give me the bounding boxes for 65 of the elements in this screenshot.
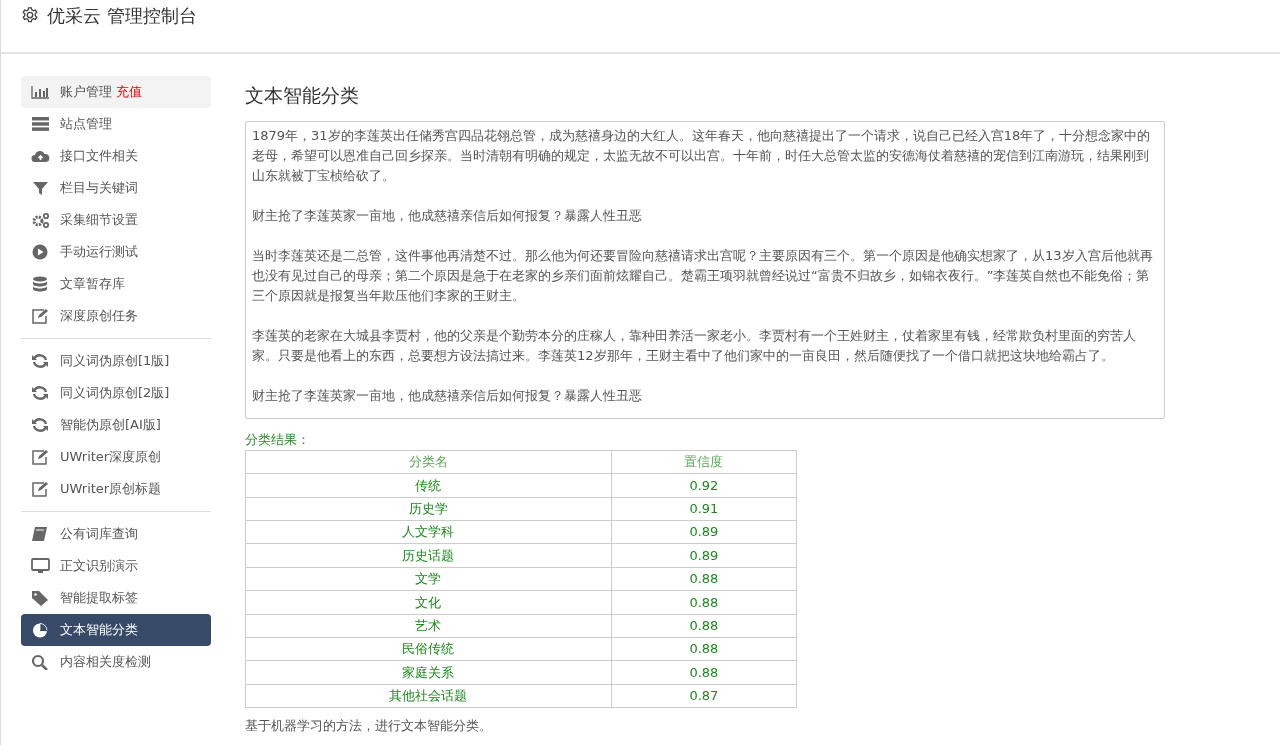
sidebar-item[interactable]: 同义词伪原创[2版] (21, 377, 211, 409)
database-icon (31, 276, 50, 292)
sidebar-item[interactable]: 站点管理 (21, 108, 211, 140)
table-cell: 0.87 (611, 684, 797, 708)
pie-chart-icon (31, 622, 50, 638)
sidebar-item[interactable]: 手动运行测试 (21, 236, 211, 268)
table-cell: 文学 (245, 567, 612, 591)
page-title: 优采云 管理控制台 (47, 4, 197, 28)
tag-icon (31, 590, 50, 606)
sidebar-item[interactable]: UWriter深度原创 (21, 441, 211, 473)
book-icon (31, 526, 50, 542)
monitor-icon (31, 558, 50, 574)
table-cell: 艺术 (245, 614, 612, 638)
table-cell: 民俗传统 (245, 637, 612, 661)
table-cell: 家庭关系 (245, 660, 612, 685)
table-cell: 历史学 (245, 497, 612, 521)
sidebar-item[interactable]: 同义词伪原创[1版] (21, 345, 211, 377)
column-header: 置信度 (611, 450, 797, 474)
table-cell: 人文学科 (245, 520, 612, 544)
table-cell: 0.88 (611, 567, 797, 591)
sidebar-item[interactable]: 账户管理 充值 (21, 76, 211, 108)
sidebar-item[interactable]: 智能伪原创[AI版] (21, 409, 211, 441)
sidebar-item[interactable]: 智能提取标签 (21, 582, 211, 614)
cloud-upload-icon (31, 148, 50, 164)
bar-chart-icon (31, 84, 50, 100)
sidebar-item[interactable]: 内容相关度检测 (21, 646, 211, 678)
section-title: 文本智能分类 (245, 84, 360, 107)
table-cell: 0.88 (611, 614, 797, 638)
table-cell: 0.88 (611, 637, 797, 661)
table-cell: 传统 (245, 473, 612, 498)
table-cell: 其他社会话题 (245, 684, 612, 708)
settings-icon[interactable] (21, 6, 39, 24)
play-circle-icon (31, 244, 50, 260)
sidebar-item[interactable]: 文章暂存库 (21, 268, 211, 300)
description-text: 基于机器学习的方法，进行文本智能分类。 (245, 717, 493, 736)
sidebar-item[interactable]: 采集细节设置 (21, 204, 211, 236)
edit-icon (31, 308, 50, 324)
sidebar-item[interactable]: 深度原创任务 (21, 300, 211, 332)
table-cell: 0.88 (611, 590, 797, 615)
article-text-field[interactable]: 1879年，31岁的李莲英出任储秀宫四品花翎总管，成为慈禧身边的大红人。这年春天，他向慈禧提出了一个请求，说自己已经入宫18年了，十分想念家中的老母，希望可以恩准自己回乡探亲。当时清朝有明确的规定，太监无故不可以出宫。十年前，时任大总管太监的安德海仗着慈禧的宠信到江南游玩，结果刚到山东就被丁宝桢给砍了。 财主抢了李莲英家一亩地，他成慈禧亲信后如何报复？暴露人性丑恶 当时李莲英还是二总管，这件事他再清楚不过。那么他为何还要冒险向慈禧请求出宫呢？主要原因有三个。第一个原因是他确实想家了，从13岁入宫后他就再也没有见过自己的母亲；第二个原因是急于在老家的乡亲们面前炫耀自己。楚霸王项羽就曾经说过“富贵不归故乡，如锦衣夜行。”李莲英自然也不能免俗；第三个原因就是报复当年欺压他们李家的王财主。 李莲英的老家在大城县李贾村，他的父亲是个勤劳本分的庄稼人，靠种田养活一家老小。李贾村有一个王姓财主，仗着家里有钱，经常欺负村里面的穷苦人家。只要是他看上的东西，总要想方设法搞过来。李莲英12岁那年，王财主看中了他们家中的一亩良田，然后随便找了一个借口就把这块地给霸占了。 财主抢了李莲英家一亩地，他成慈禧亲信后如何报复？暴露人性丑恶 (245, 120, 1165, 419)
gears-icon (31, 212, 50, 228)
refresh-icon (31, 417, 50, 433)
search-icon (31, 654, 50, 670)
table-cell: 0.89 (611, 520, 797, 544)
edit-icon (31, 481, 50, 497)
table-cell: 0.91 (611, 497, 797, 521)
sidebar-item[interactable]: 栏目与关键词 (21, 172, 211, 204)
table-cell: 0.88 (611, 660, 797, 685)
server-icon (31, 116, 50, 132)
sidebar-item[interactable]: UWriter原创标题 (21, 473, 211, 505)
column-header: 分类名 (245, 450, 612, 474)
table-cell: 0.92 (611, 473, 797, 498)
sidebar-item[interactable]: 正文识别演示 (21, 550, 211, 582)
filter-icon (31, 180, 50, 196)
sidebar-item[interactable]: 公有词库查询 (21, 518, 211, 550)
refresh-icon (31, 353, 50, 369)
sidebar-item[interactable]: 接口文件相关 (21, 140, 211, 172)
refresh-icon (31, 385, 50, 401)
table-cell: 0.89 (611, 543, 797, 568)
edit-icon (31, 449, 50, 465)
table-cell: 文化 (245, 590, 612, 615)
table-cell: 历史话题 (245, 543, 612, 568)
result-label: 分类结果： (245, 431, 311, 450)
recharge-link[interactable]: 充值 (116, 82, 142, 102)
sidebar-item[interactable]: 文本智能分类 (21, 614, 211, 646)
